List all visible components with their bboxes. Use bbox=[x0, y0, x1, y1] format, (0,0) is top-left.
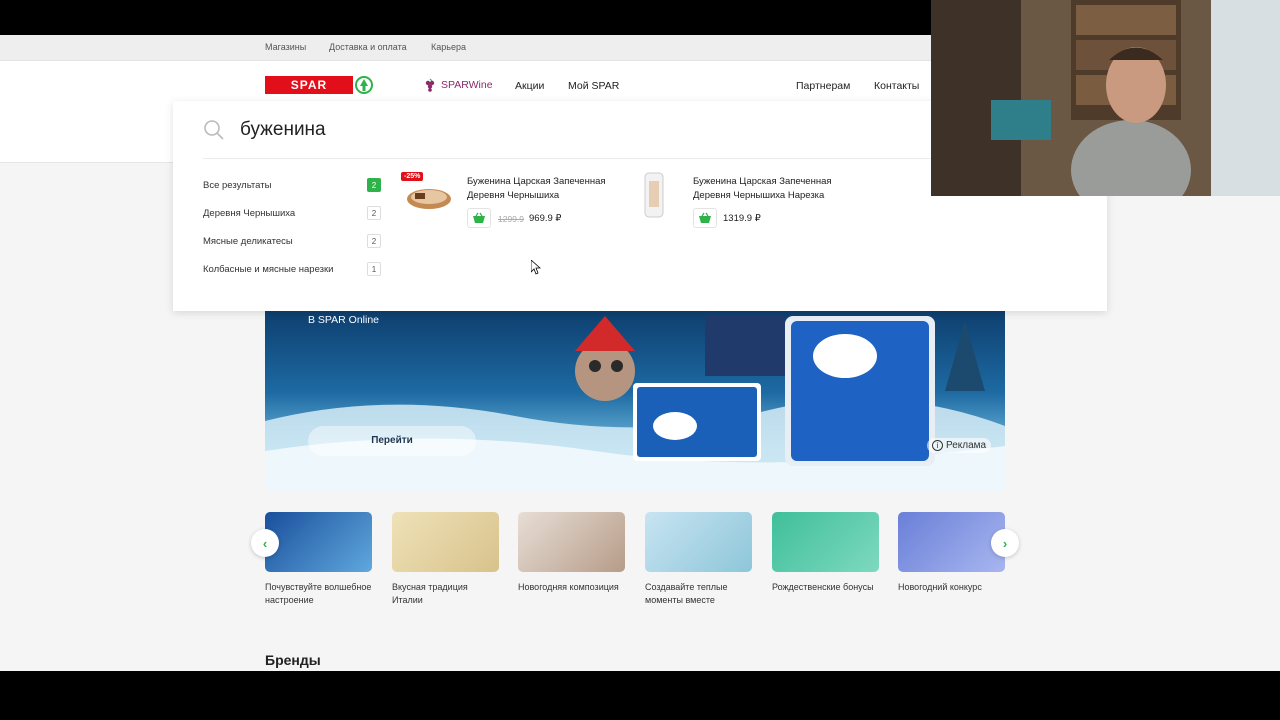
nav-my-spar[interactable]: Мой SPAR bbox=[568, 80, 619, 92]
nav-sparwine[interactable]: SPARWine bbox=[423, 78, 493, 92]
card-image bbox=[392, 512, 499, 572]
basket-icon bbox=[473, 212, 485, 223]
chevron-left-icon: ‹ bbox=[262, 535, 268, 551]
search-product[interactable]: -25% Буженина Царская Запеченная Деревня… bbox=[401, 171, 623, 231]
category-label: Колбасные и мясные нарезки bbox=[203, 263, 334, 275]
add-to-cart-button[interactable] bbox=[693, 208, 717, 228]
card-label: Рождественские бонусы bbox=[772, 582, 874, 592]
spar-logo[interactable]: SPAR bbox=[265, 76, 373, 94]
carousel-card[interactable]: Новогодний конкурс bbox=[898, 512, 1005, 594]
chevron-right-icon: › bbox=[1002, 535, 1008, 551]
logo-wordmark: SPAR bbox=[265, 76, 353, 94]
category-label: Деревня Чернышиха bbox=[203, 207, 296, 219]
category-count-badge: 2 bbox=[367, 178, 381, 192]
spar-tree-icon bbox=[355, 76, 373, 94]
category-derevnya[interactable]: Деревня Чернышиха 2 bbox=[203, 199, 381, 227]
category-all-results[interactable]: Все результаты 2 bbox=[203, 171, 381, 199]
banner-go-button[interactable]: Перейти bbox=[308, 426, 476, 456]
nav-contacts[interactable]: Контакты bbox=[874, 80, 919, 92]
search-product[interactable]: Буженина Царская Запеченная Деревня Черн… bbox=[629, 171, 849, 231]
carousel-card[interactable]: Новогодняя композиция bbox=[518, 512, 625, 594]
card-image bbox=[265, 512, 372, 572]
webcam-overlay bbox=[931, 0, 1280, 196]
info-icon: i bbox=[932, 440, 943, 451]
product-image bbox=[644, 172, 664, 218]
carousel-card[interactable]: Рождественские бонусы bbox=[772, 512, 879, 594]
card-image bbox=[898, 512, 1005, 572]
grapes-icon bbox=[425, 78, 435, 92]
add-to-cart-button[interactable] bbox=[467, 208, 491, 228]
mouse-cursor-icon bbox=[531, 260, 541, 275]
search-input[interactable] bbox=[240, 115, 940, 145]
carousel-card[interactable]: Вкусная традиция Италии bbox=[392, 512, 499, 607]
banner-subtitle: В SPAR Online bbox=[308, 314, 380, 326]
brands-heading: Бренды bbox=[265, 652, 321, 668]
product-name: Буженина Царская Запеченная Деревня Черн… bbox=[693, 176, 832, 201]
ad-label-text: Реклама bbox=[946, 440, 987, 451]
category-sausage-cuts[interactable]: Колбасные и мясные нарезки 1 bbox=[203, 255, 381, 283]
ad-label[interactable]: i Реклама bbox=[927, 438, 992, 453]
card-label: Вкусная традиция Италии bbox=[392, 582, 468, 605]
carousel-card[interactable]: Почувствуйте волшебное настроение bbox=[265, 512, 372, 607]
basket-icon bbox=[699, 212, 711, 223]
category-count-badge: 1 bbox=[367, 262, 381, 276]
card-label: Новогодний конкурс bbox=[898, 582, 982, 592]
nav-promo[interactable]: Акции bbox=[515, 80, 544, 92]
discount-badge: -25% bbox=[401, 172, 424, 181]
search-icon bbox=[204, 120, 224, 140]
card-label: Создавайте теплые моменты вместе bbox=[645, 582, 728, 605]
category-count-badge: 2 bbox=[367, 206, 381, 220]
product-price: 1319.9 ₽ bbox=[723, 213, 761, 224]
delivery-link[interactable]: Доставка и оплата bbox=[329, 42, 407, 52]
carousel-prev-button[interactable]: ‹ bbox=[251, 529, 279, 557]
card-label: Почувствуйте волшебное настроение bbox=[265, 582, 372, 605]
card-image bbox=[772, 512, 879, 572]
category-meat-delicacies[interactable]: Мясные деликатесы 2 bbox=[203, 227, 381, 255]
carousel-card[interactable]: Создавайте теплые моменты вместе bbox=[645, 512, 752, 607]
webcam-video bbox=[931, 0, 1280, 196]
card-image bbox=[645, 512, 752, 572]
stores-link[interactable]: Магазины bbox=[265, 42, 306, 52]
category-label: Мясные деликатесы bbox=[203, 235, 293, 247]
banner-artwork bbox=[265, 316, 1005, 492]
product-name: Буженина Царская Запеченная Деревня Черн… bbox=[467, 176, 606, 201]
promo-banner[interactable]: В SPAR Online Перейти i Реклама bbox=[265, 311, 1005, 492]
product-price: 969.9 ₽ bbox=[529, 213, 562, 224]
card-image bbox=[518, 512, 625, 572]
nav-partners[interactable]: Партнерам bbox=[796, 80, 850, 92]
promo-carousel: Почувствуйте волшебное настроение Вкусна… bbox=[251, 512, 1019, 612]
card-label: Новогодняя композиция bbox=[518, 582, 619, 592]
category-count-badge: 2 bbox=[367, 234, 381, 248]
carousel-next-button[interactable]: › bbox=[991, 529, 1019, 557]
sparwine-label: SPARWine bbox=[441, 79, 493, 91]
category-label: Все результаты bbox=[203, 179, 272, 191]
careers-link[interactable]: Карьера bbox=[431, 42, 466, 52]
search-category-list: Все результаты 2 Деревня Чернышиха 2 Мяс… bbox=[203, 171, 381, 283]
old-price: 1299.9 bbox=[498, 214, 524, 224]
